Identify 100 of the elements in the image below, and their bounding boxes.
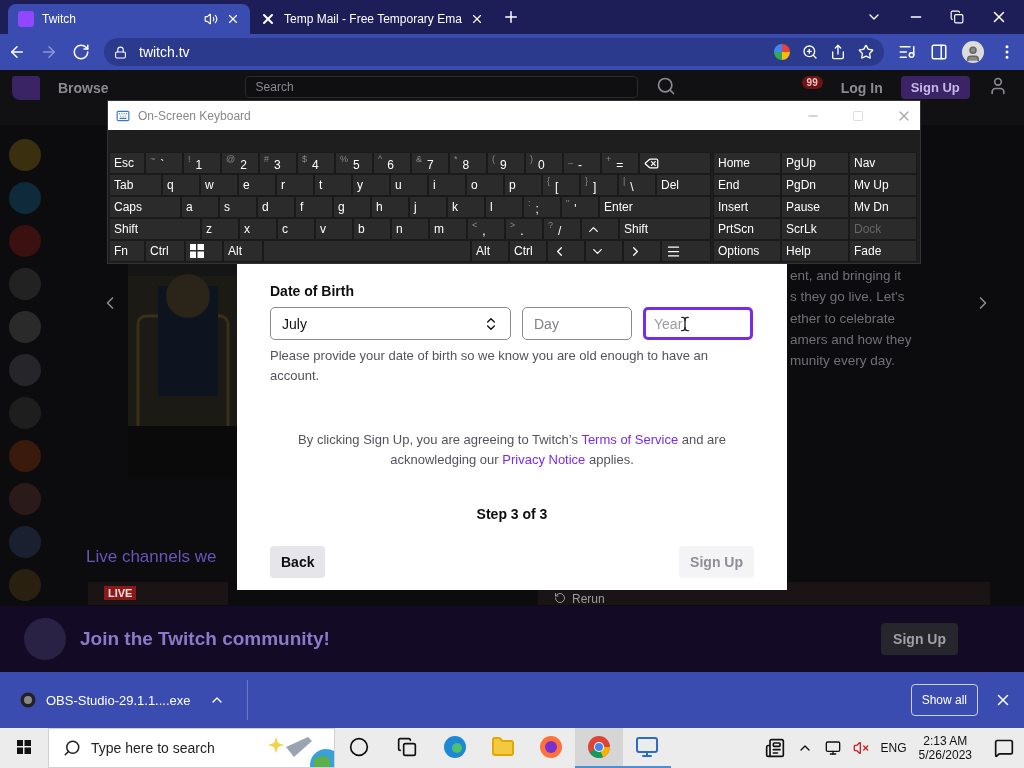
legal-link[interactable]: Terms of Service (581, 432, 679, 447)
keyboard-key[interactable]: e (238, 174, 276, 196)
keyboard-key[interactable]: z (201, 218, 239, 240)
keyboard-key[interactable]: r (276, 174, 314, 196)
keyboard-key[interactable]: g (333, 196, 371, 218)
chrome-icon[interactable] (587, 735, 611, 759)
task-view-icon[interactable] (397, 737, 417, 757)
keyboard-key[interactable]: ? / (543, 218, 581, 240)
keyboard-key[interactable]: & 7 (411, 152, 449, 174)
keyboard-key[interactable]: Shift (109, 218, 201, 240)
keyboard-key[interactable]: PgUp (781, 152, 849, 174)
keyboard-key[interactable]: y (352, 174, 390, 196)
side-panel-icon[interactable] (930, 43, 948, 61)
back-button[interactable]: Back (270, 546, 326, 578)
month-select[interactable]: July (270, 307, 511, 340)
keyboard-key[interactable] (661, 240, 711, 262)
zoom-icon[interactable] (802, 44, 818, 60)
keyboard-key[interactable]: ( 9 (487, 152, 525, 174)
media-icon[interactable] (898, 43, 916, 61)
browser-tab[interactable]: Twitch (8, 4, 250, 34)
keyboard-key[interactable]: * 8 (449, 152, 487, 174)
keyboard-key[interactable] (639, 152, 711, 174)
keyboard-key[interactable]: ! 1 (183, 152, 221, 174)
edge-icon[interactable] (443, 735, 467, 759)
keyboard-key[interactable]: b (353, 218, 391, 240)
keyboard-key[interactable]: Fade (849, 240, 917, 262)
keyboard-key[interactable]: Alt (471, 240, 509, 262)
keyboard-key[interactable]: # 3 (259, 152, 297, 174)
keyboard-key[interactable]: Del (656, 174, 711, 196)
muted-speaker-icon[interactable] (852, 740, 869, 756)
cortana-icon[interactable] (349, 737, 369, 757)
keyboard-key[interactable]: PrtScn (713, 218, 781, 240)
login-link[interactable]: Log In (840, 80, 883, 96)
address-bar[interactable]: twitch.tv (104, 38, 884, 66)
keyboard-key[interactable]: _ - (563, 152, 601, 174)
keyboard-key[interactable]: v (315, 218, 353, 240)
stream-card[interactable]: LIVE (88, 582, 228, 605)
keyboard-key[interactable]: End (713, 174, 781, 196)
keyboard-key[interactable]: a (181, 196, 219, 218)
banner-signup-button[interactable]: Sign Up (881, 623, 958, 655)
keyboard-key[interactable]: Alt (223, 240, 263, 262)
keyboard-key[interactable]: Home (713, 152, 781, 174)
keyboard-key[interactable]: k (447, 196, 485, 218)
keyboard-key[interactable]: " ' (561, 196, 599, 218)
keyboard-key[interactable]: Mv Up (849, 174, 917, 196)
keyboard-key[interactable]: Fn (109, 240, 145, 262)
keyboard-key[interactable] (185, 240, 223, 262)
date-input-field[interactable]: Year (643, 307, 753, 340)
keyboard-key[interactable]: PgDn (781, 174, 849, 196)
firefox-icon[interactable] (539, 735, 563, 759)
keyboard-key[interactable]: Insert (713, 196, 781, 218)
back-icon[interactable] (8, 43, 26, 61)
keyboard-key[interactable]: } ] (580, 174, 618, 196)
keyboard-key[interactable]: f (295, 196, 333, 218)
legal-link[interactable]: Privacy Notice (502, 452, 586, 467)
date-input-field[interactable]: Day (522, 307, 632, 340)
keyboard-key[interactable]: s (219, 196, 257, 218)
keyboard-key[interactable]: h (371, 196, 409, 218)
keyboard-key[interactable]: @ 2 (221, 152, 259, 174)
show-all-button[interactable]: Show all (910, 684, 978, 716)
taskbar-search-field[interactable]: Type here to search (48, 728, 335, 768)
keyboard-key[interactable]: u (390, 174, 428, 196)
bookmark-star-icon[interactable] (858, 44, 874, 60)
keyboard-key[interactable]: $ 4 (297, 152, 335, 174)
keyboard-key[interactable]: : ; (523, 196, 561, 218)
language-indicator[interactable]: ENG (880, 741, 907, 755)
keyboard-key[interactable]: Pause (781, 196, 849, 218)
keyboard-key[interactable]: ScrLk (781, 218, 849, 240)
keyboard-key[interactable]: l (485, 196, 523, 218)
google-icon[interactable] (774, 44, 790, 60)
share-icon[interactable] (830, 44, 846, 60)
clock-time[interactable]: 2:13 AM (923, 734, 968, 748)
keyboard-key[interactable]: c (277, 218, 315, 240)
network-icon[interactable] (824, 740, 841, 756)
keyboard-key[interactable]: w (200, 174, 238, 196)
keyboard-key[interactable]: Mv Dn (849, 196, 917, 218)
keyboard-key[interactable]: Options (713, 240, 781, 262)
keyboard-key[interactable]: d (257, 196, 295, 218)
keyboard-key[interactable]: Help (781, 240, 849, 262)
clock-date[interactable]: 5/26/2023 (918, 748, 972, 762)
keyboard-key[interactable]: n (391, 218, 429, 240)
keyboard-key[interactable]: Caps (109, 196, 181, 218)
keyboard-key[interactable]: ~ ` (145, 152, 183, 174)
speaker-icon[interactable] (204, 12, 218, 26)
keyboard-key[interactable]: m (429, 218, 467, 240)
keyboard-key[interactable]: p (504, 174, 542, 196)
signup-button[interactable]: Sign Up (900, 76, 970, 99)
keyboard-key[interactable]: Shift (619, 218, 711, 240)
keyboard-key[interactable]: | \ (618, 174, 656, 196)
keyboard-key[interactable]: + = (601, 152, 639, 174)
reload-icon[interactable] (72, 43, 90, 61)
monitor-icon[interactable] (635, 735, 659, 759)
start-windows-icon[interactable] (17, 740, 31, 754)
keyboard-key[interactable]: q (162, 174, 200, 196)
keyboard-key[interactable]: o (466, 174, 504, 196)
keyboard-key[interactable]: x (239, 218, 277, 240)
close-tab-icon[interactable] (226, 12, 240, 26)
profile-avatar[interactable] (962, 41, 984, 63)
keyboard-key[interactable]: Esc (109, 152, 145, 174)
keyboard-key[interactable]: Ctrl (145, 240, 185, 262)
